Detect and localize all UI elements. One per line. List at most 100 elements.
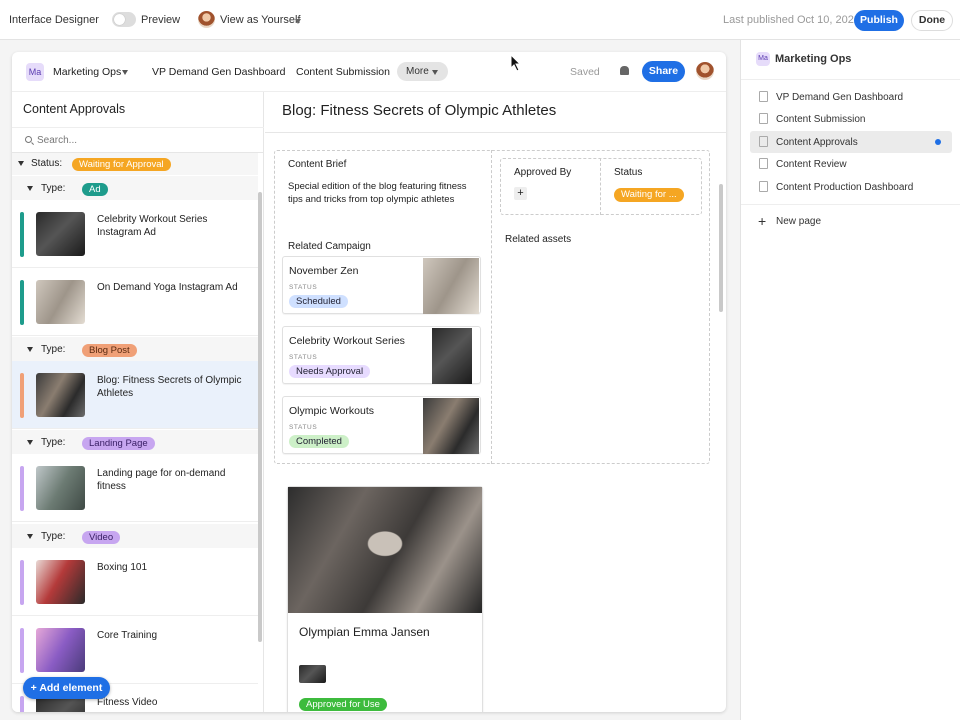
page-label: Content Approvals xyxy=(776,137,858,148)
search-placeholder: Search... xyxy=(37,135,78,146)
pages-panel: Ma Marketing Ops VP Demand Gen Dashboard… xyxy=(740,40,960,720)
thumbnail xyxy=(36,212,85,256)
group-label: Type: xyxy=(41,437,66,448)
page-item-vp-demand-gen[interactable]: VP Demand Gen Dashboard xyxy=(750,86,952,108)
list-item[interactable]: Boxing 101 xyxy=(12,548,258,616)
group-label: Type: xyxy=(41,531,66,542)
page-item-content-review[interactable]: Content Review xyxy=(750,153,952,175)
search-icon xyxy=(25,136,32,143)
record-name: Fitness Video xyxy=(97,697,158,708)
group-type-ad[interactable]: Type: Ad xyxy=(12,176,258,200)
record-name: On Demand Yoga Instagram Ad xyxy=(97,282,238,293)
type-pill: Video xyxy=(82,531,121,544)
content-brief-label: Content Brief xyxy=(288,159,347,170)
type-pill: Ad xyxy=(82,183,108,196)
list-item[interactable]: Celebrity Workout Series Instagram Ad xyxy=(12,200,258,268)
page-item-content-approvals[interactable]: Content Approvals xyxy=(750,131,952,153)
share-button[interactable]: Share xyxy=(642,61,685,82)
list-item[interactable]: Landing page for on-demand fitness xyxy=(12,454,258,522)
add-element-button[interactable]: + Add element xyxy=(23,677,110,699)
color-bar xyxy=(20,696,24,712)
chevron-down-icon xyxy=(432,70,438,75)
group-type-blog-post[interactable]: Type: Blog Post xyxy=(12,337,258,361)
caret-down-icon[interactable] xyxy=(27,440,33,445)
status-pill: Scheduled xyxy=(289,295,348,308)
user-avatar[interactable] xyxy=(696,62,714,80)
list-title: Content Approvals xyxy=(23,102,126,116)
page-label: Content Production Dashboard xyxy=(776,182,914,193)
workspace-name: Marketing Ops xyxy=(775,53,852,65)
list-item-selected[interactable]: Blog: Fitness Secrets of Olympic Athlete… xyxy=(12,361,258,429)
list-item[interactable]: On Demand Yoga Instagram Ad xyxy=(12,268,258,336)
view-as-dropdown[interactable]: View as Yourself xyxy=(220,14,301,26)
color-bar xyxy=(20,373,24,418)
status-pill: Approved for Use xyxy=(299,698,387,711)
divider xyxy=(741,204,960,205)
status-caption: STATUS xyxy=(289,424,318,431)
bell-icon[interactable] xyxy=(620,66,629,75)
status-pill: Waiting for ... xyxy=(614,188,684,202)
campaign-card[interactable]: Celebrity Workout Series STATUS Needs Ap… xyxy=(282,326,481,384)
chevron-down-icon[interactable] xyxy=(122,70,128,75)
group-label: Status: xyxy=(31,158,63,169)
campaign-card[interactable]: November Zen STATUS Scheduled xyxy=(282,256,481,314)
workspace-menu[interactable]: Marketing Ops xyxy=(53,66,121,78)
status-pill: Waiting for Approval xyxy=(72,158,171,171)
detail-scrollbar[interactable] xyxy=(719,184,723,312)
more-label: More xyxy=(406,66,429,77)
nav-tab-content-submission[interactable]: Content Submission xyxy=(296,66,390,78)
related-campaign-label: Related Campaign xyxy=(288,241,371,252)
type-pill: Blog Post xyxy=(82,344,137,357)
nav-tab-vp-demand-gen[interactable]: VP Demand Gen Dashboard xyxy=(152,66,285,78)
workspace-badge: Ma xyxy=(756,52,770,66)
divider xyxy=(741,79,960,80)
page-label: VP Demand Gen Dashboard xyxy=(776,92,904,103)
add-element-label: + Add element xyxy=(30,682,103,694)
caret-down-icon[interactable] xyxy=(27,186,33,191)
thumbnail xyxy=(432,328,472,384)
color-bar xyxy=(20,466,24,511)
campaign-name: November Zen xyxy=(289,265,359,277)
asset-card[interactable]: Olympian Emma Jansen Approved for Use xyxy=(287,486,483,712)
workspace-badge: Ma xyxy=(26,63,44,81)
active-indicator xyxy=(935,139,941,145)
thumbnail xyxy=(36,560,85,604)
group-type-landing-page[interactable]: Type: Landing Page xyxy=(12,430,258,454)
list-item[interactable]: Core Training xyxy=(12,616,258,684)
new-page-label: New page xyxy=(776,216,822,227)
record-detail-pane: Blog: Fitness Secrets of Olympic Athlete… xyxy=(265,92,726,712)
publish-button[interactable]: Publish xyxy=(854,10,904,31)
campaign-card[interactable]: Olympic Workouts STATUS Completed xyxy=(282,396,481,454)
related-assets-label: Related assets xyxy=(505,234,572,245)
cursor-icon xyxy=(510,54,522,72)
list-scrollbar[interactable] xyxy=(258,192,262,642)
campaign-name: Olympic Workouts xyxy=(289,405,374,417)
last-published: Last published Oct 10, 2022 xyxy=(723,14,860,26)
type-pill: Landing Page xyxy=(82,437,155,450)
new-page-button[interactable]: + New page xyxy=(750,210,952,232)
preview-label: Preview xyxy=(141,14,181,26)
page-item-content-submission[interactable]: Content Submission xyxy=(750,108,952,130)
caret-down-icon[interactable] xyxy=(27,534,33,539)
preview-toggle[interactable] xyxy=(112,12,136,27)
chevron-down-icon[interactable] xyxy=(295,19,301,24)
record-name: Blog: Fitness Secrets of Olympic Athlete… xyxy=(97,375,242,399)
caret-down-icon[interactable] xyxy=(27,347,33,352)
search-input[interactable]: Search... xyxy=(12,127,264,153)
group-status-header[interactable]: Status: Waiting for Approval xyxy=(12,153,258,175)
add-approver-button[interactable]: + xyxy=(514,187,527,200)
record-name: Landing page for on-demand fitness xyxy=(97,468,226,492)
group-type-video[interactable]: Type: Video xyxy=(12,524,258,548)
plus-icon: + xyxy=(758,213,767,229)
group-label: Type: xyxy=(41,344,66,355)
more-menu[interactable]: More xyxy=(397,62,448,81)
interface-canvas: Ma Marketing Ops VP Demand Gen Dashboard… xyxy=(12,52,726,712)
app-title: Interface Designer xyxy=(9,14,99,26)
done-button[interactable]: Done xyxy=(911,10,953,31)
approved-by-label: Approved By xyxy=(514,167,572,178)
record-name: Boxing 101 xyxy=(97,562,148,573)
page-item-content-production[interactable]: Content Production Dashboard xyxy=(750,176,952,198)
divider xyxy=(265,132,726,133)
caret-down-icon[interactable] xyxy=(18,161,24,166)
campaign-name: Celebrity Workout Series xyxy=(289,335,405,347)
